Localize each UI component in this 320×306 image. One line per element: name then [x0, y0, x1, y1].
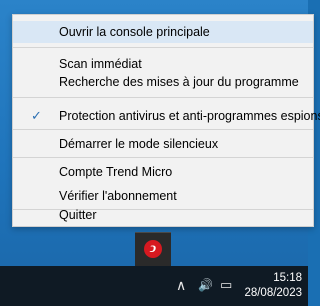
menu-item-trend-account[interactable]: Compte Trend Micro [13, 161, 313, 183]
speaker-icon[interactable]: 🔊 [198, 276, 213, 294]
menu-separator [13, 157, 313, 158]
clock-date: 28/08/2023 [244, 287, 302, 299]
menu-separator [13, 129, 313, 130]
menu-item-label: Vérifier l'abonnement [59, 189, 177, 203]
chevron-up-icon[interactable]: ∧ [176, 276, 186, 294]
clock[interactable]: 15:18 28/08/2023 [242, 271, 308, 301]
menu-item-antivirus-protection[interactable]: ✓ Protection antivirus et anti-programme… [13, 105, 320, 127]
menu-separator [13, 97, 313, 98]
menu-item-open-console[interactable]: Ouvrir la console principale [13, 21, 313, 43]
menu-item-label: Quitter [59, 208, 97, 222]
menu-item-check-updates[interactable]: Recherche des mises à jour du programme [13, 71, 313, 93]
taskbar: ∧ 🔊 ▭ 15:18 28/08/2023 [0, 266, 308, 306]
menu-item-silent-mode[interactable]: Démarrer le mode silencieux [13, 133, 313, 155]
menu-item-label: Démarrer le mode silencieux [59, 137, 219, 151]
menu-item-quit[interactable]: Quitter [13, 204, 313, 226]
checkmark-icon: ✓ [31, 108, 42, 123]
context-menu: Ouvrir la console principale Scan immédi… [12, 14, 320, 227]
menu-item-label: Recherche des mises à jour du programme [59, 75, 299, 89]
menu-item-label: Ouvrir la console principale [59, 25, 210, 39]
menu-item-label: Scan immédiat [59, 57, 142, 71]
trend-micro-icon: ↄ [144, 240, 162, 258]
menu-item-label: Protection antivirus et anti-programmes … [59, 109, 320, 123]
clock-time: 15:18 [273, 272, 302, 284]
trend-micro-tray-button[interactable]: ↄ [135, 232, 171, 267]
network-icon[interactable]: ▭ [220, 276, 232, 294]
menu-separator [13, 47, 313, 48]
menu-item-label: Compte Trend Micro [59, 165, 173, 179]
